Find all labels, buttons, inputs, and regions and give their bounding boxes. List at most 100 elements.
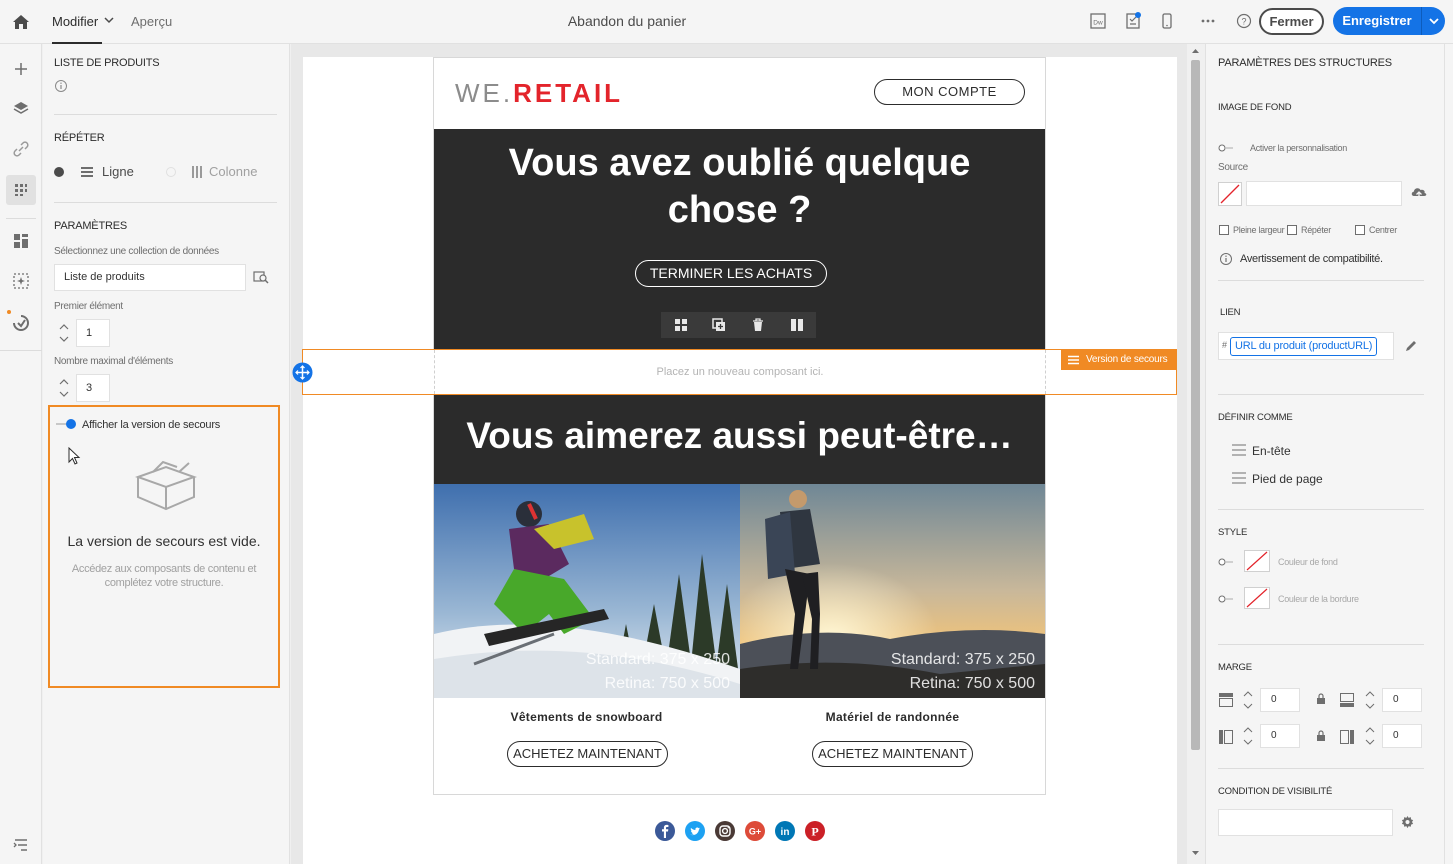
margin-left-value[interactable]: 0 (1260, 724, 1300, 748)
browse-collection-icon[interactable] (253, 269, 269, 285)
margin-right-value[interactable]: 0 (1382, 724, 1422, 748)
chevron-down-icon[interactable] (1428, 16, 1440, 26)
add-icon[interactable] (10, 58, 32, 80)
condition-input[interactable] (1218, 809, 1393, 836)
columns-icon (192, 166, 202, 178)
fragments-icon[interactable] (10, 270, 32, 292)
margin-top-stepper[interactable]: 0 (1240, 688, 1300, 712)
image-caption-retina: Retina: 750 x 500 (909, 675, 1035, 692)
components-icon[interactable] (10, 230, 32, 252)
structure-tab[interactable] (6, 175, 36, 205)
centrer-checkbox[interactable] (1355, 225, 1365, 235)
scroll-thumb[interactable] (1191, 60, 1200, 750)
fallback-tag[interactable]: Version de secours (1061, 350, 1177, 370)
premier-value[interactable]: 1 (76, 319, 110, 347)
product-name-snowboard[interactable]: Vêtements de snowboard (434, 710, 739, 724)
layers-icon[interactable] (10, 98, 32, 120)
border-color-swatch[interactable] (1244, 587, 1270, 609)
lock-icon[interactable] (1315, 693, 1327, 705)
pied-page-option[interactable]: Pied de page (1252, 472, 1323, 486)
couleur-fond-label: Couleur de fond (1278, 557, 1338, 567)
link-icon[interactable] (10, 138, 32, 160)
account-button[interactable]: MON COMPTE (874, 79, 1025, 105)
stepper-arrows-icon[interactable] (54, 319, 74, 347)
lien-field[interactable]: # URL du produit (productURL) (1218, 332, 1394, 360)
right-panel-scrollbar[interactable] (1444, 44, 1453, 864)
twitter-icon[interactable] (684, 820, 706, 842)
home-icon[interactable] (10, 11, 32, 33)
max-stepper[interactable]: 3 (54, 374, 110, 402)
radio-ligne[interactable] (54, 167, 64, 177)
product-name-hiking[interactable]: Matériel de randonnée (740, 710, 1045, 724)
en-tete-option[interactable]: En-tête (1252, 444, 1291, 458)
instagram-icon[interactable] (714, 820, 736, 842)
checkout-button[interactable]: TERMINER LES ACHATS (635, 260, 827, 287)
pleine-largeur-checkbox[interactable] (1219, 225, 1229, 235)
source-input[interactable] (1246, 181, 1402, 206)
recommendation-title[interactable]: Vous aimerez aussi peut-être… (434, 412, 1045, 460)
tab-modifier[interactable]: Modifier (52, 0, 103, 44)
facebook-icon[interactable] (654, 820, 676, 842)
scroll-down-icon[interactable] (1191, 849, 1200, 857)
move-icon[interactable] (292, 362, 313, 383)
chevron-down-icon[interactable] (104, 15, 114, 25)
product-image-snowboard[interactable]: Standard: 375 x 250 Retina: 750 x 500 (434, 484, 740, 698)
repeter-checkbox[interactable] (1287, 225, 1297, 235)
help-icon[interactable]: ? (1235, 12, 1253, 30)
stepper-arrows-icon[interactable] (1362, 688, 1378, 712)
dreamweaver-icon[interactable]: Dw (1089, 12, 1107, 30)
buy-now-button-hiking[interactable]: ACHETEZ MAINTENANT (812, 741, 973, 767)
columns-layout-icon[interactable] (789, 317, 805, 333)
empty-box-icon (135, 460, 197, 511)
hero-title[interactable]: Vous avez oublié quelque chose ? (434, 140, 1045, 234)
save-button[interactable]: Enregistrer (1333, 7, 1445, 35)
stepper-arrows-icon[interactable] (1240, 688, 1256, 712)
stepper-arrows-icon[interactable] (1240, 724, 1256, 748)
delete-icon[interactable] (750, 317, 766, 333)
bg-color-swatch[interactable] (1244, 550, 1270, 572)
buy-now-button-snowboard[interactable]: ACHETEZ MAINTENANT (507, 741, 668, 767)
source-label: Source (1218, 162, 1248, 173)
tab-apercu[interactable]: Aperçu (131, 0, 172, 44)
margin-top-value[interactable]: 0 (1260, 688, 1300, 712)
stepper-arrows-icon[interactable] (54, 374, 74, 402)
pinterest-icon[interactable]: P (804, 820, 826, 842)
linkedin-icon[interactable]: in (774, 820, 796, 842)
list-icon (1068, 355, 1079, 365)
lock-icon[interactable] (1315, 730, 1327, 742)
margin-bottom-stepper[interactable]: 0 (1362, 688, 1422, 712)
personalization-icon[interactable] (10, 312, 32, 334)
info-icon[interactable] (1219, 252, 1233, 266)
premier-stepper[interactable]: 1 (54, 319, 110, 347)
margin-bottom-value[interactable]: 0 (1382, 688, 1422, 712)
edit-icon[interactable] (1404, 339, 1418, 353)
bg-color-toggle[interactable] (1218, 558, 1234, 566)
collection-select[interactable]: Liste de produits (54, 264, 246, 291)
gear-icon[interactable] (1400, 815, 1415, 830)
margin-left-stepper[interactable]: 0 (1240, 724, 1300, 748)
lien-token[interactable]: URL du produit (productURL) (1230, 337, 1378, 356)
settings-icon[interactable] (10, 834, 32, 856)
select-parent-icon[interactable] (673, 317, 689, 333)
stepper-arrows-icon[interactable] (1362, 724, 1378, 748)
test-report-icon[interactable] (1124, 12, 1142, 30)
mobile-icon[interactable] (1158, 12, 1176, 30)
info-icon[interactable] (54, 79, 68, 93)
fallback-toggle[interactable] (55, 418, 77, 430)
source-swatch[interactable] (1218, 182, 1242, 206)
upload-icon[interactable] (1410, 184, 1428, 200)
canvas-scrollbar[interactable] (1187, 44, 1204, 864)
scroll-up-icon[interactable] (1191, 47, 1200, 55)
close-button[interactable]: Fermer (1259, 8, 1324, 35)
drop-zone[interactable]: Placez un nouveau composant ici. (302, 349, 1177, 395)
more-icon[interactable] (1199, 12, 1217, 30)
radio-colonne[interactable] (166, 167, 176, 177)
top-bar: Modifier Aperçu Abandon du panier Dw ? F… (0, 0, 1453, 44)
personalization-toggle[interactable] (1218, 144, 1234, 152)
product-image-hiking[interactable]: Standard: 375 x 250 Retina: 750 x 500 (740, 484, 1045, 698)
max-value[interactable]: 3 (76, 374, 110, 402)
margin-right-stepper[interactable]: 0 (1362, 724, 1422, 748)
google-plus-icon[interactable]: G+ (744, 820, 766, 842)
duplicate-icon[interactable] (711, 317, 727, 333)
border-color-toggle[interactable] (1218, 595, 1234, 603)
